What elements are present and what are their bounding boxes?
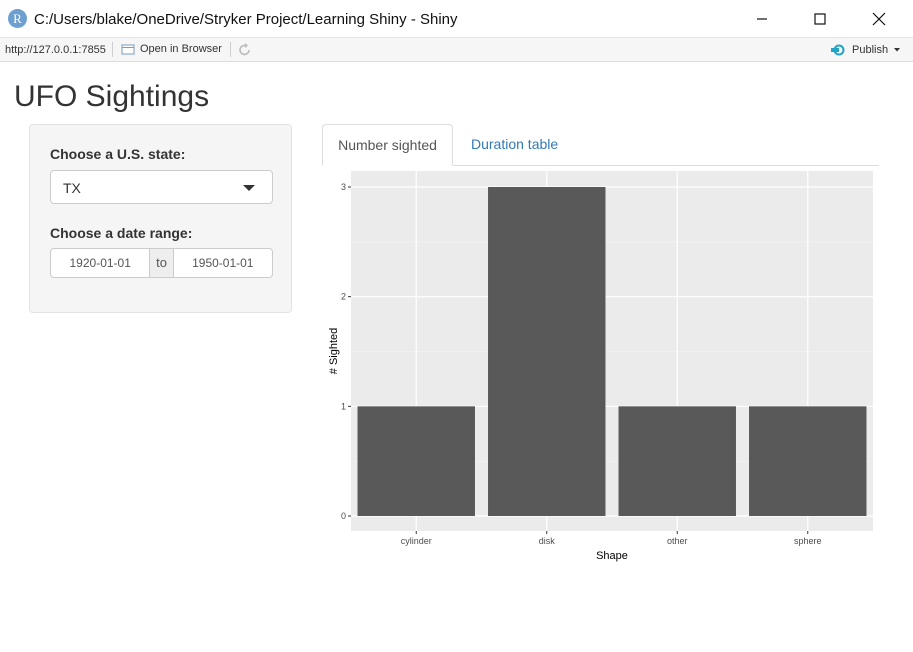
page-title: UFO Sightings (14, 80, 210, 113)
browser-window-icon (121, 44, 135, 55)
open-in-browser-label: Open in Browser (140, 43, 222, 55)
state-select[interactable]: TX (50, 170, 273, 204)
minimize-icon (757, 18, 767, 20)
x-tick-label: cylinder (401, 536, 432, 546)
close-button[interactable] (856, 0, 902, 38)
minimize-button[interactable] (739, 0, 785, 38)
date-range-label: Choose a date range: (50, 225, 193, 241)
open-in-browser-button[interactable]: Open in Browser (121, 43, 222, 55)
caret-down-icon (243, 185, 255, 191)
date-range-separator: to (150, 248, 173, 278)
date-end-input[interactable]: 1950-01-01 (172, 248, 273, 278)
date-range-input: 1920-01-01 to 1950-01-01 (50, 248, 273, 278)
y-tick-label: 1 (341, 401, 346, 411)
x-tick-label: other (667, 536, 688, 546)
window-title: C:/Users/blake/OneDrive/Stryker Project/… (34, 11, 458, 28)
bar-sphere (749, 406, 867, 516)
state-label: Choose a U.S. state: (50, 146, 186, 162)
close-icon (872, 12, 886, 26)
toolbar-divider (230, 42, 231, 57)
publish-label: Publish (852, 44, 889, 56)
maximize-icon (814, 13, 826, 25)
y-axis-label: # Sighted (328, 328, 340, 374)
refresh-icon (239, 43, 250, 56)
chevron-down-icon (894, 48, 901, 52)
x-axis-label: Shape (596, 550, 628, 562)
y-tick-label: 2 (341, 292, 346, 302)
sightings-bar-chart: 0 1 2 3 cylinder disk other sphere Shape # Sig… (328, 171, 873, 562)
bar-cylinder (357, 406, 475, 516)
y-tick-label: 3 (341, 182, 346, 192)
refresh-button[interactable] (237, 42, 253, 61)
x-tick-label: sphere (794, 536, 822, 546)
maximize-button[interactable] (797, 0, 843, 38)
x-tick-label: disk (539, 536, 556, 546)
publish-icon (831, 44, 845, 56)
y-tick-label: 0 (341, 511, 346, 521)
toolbar-divider (112, 42, 113, 57)
bar-other (618, 406, 736, 516)
url-text: http://127.0.0.1:7855 (5, 44, 106, 56)
window-titlebar: R C:/Users/blake/OneDrive/Stryker Projec… (0, 0, 913, 38)
tab-number-sighted[interactable]: Number sighted (322, 124, 453, 166)
tab-bar: Number sighted Duration table (322, 124, 879, 166)
tab-duration-table[interactable]: Duration table (456, 124, 573, 166)
state-select-value: TX (63, 180, 81, 196)
sidebar-panel: Choose a U.S. state: TX Choose a date ra… (29, 124, 292, 313)
date-start-input[interactable]: 1920-01-01 (50, 248, 151, 278)
r-logo-icon: R (8, 9, 27, 28)
publish-button[interactable]: Publish (831, 43, 901, 57)
bar-disk (488, 187, 606, 516)
viewer-toolbar: http://127.0.0.1:7855 Open in Browser Pu… (0, 38, 913, 62)
